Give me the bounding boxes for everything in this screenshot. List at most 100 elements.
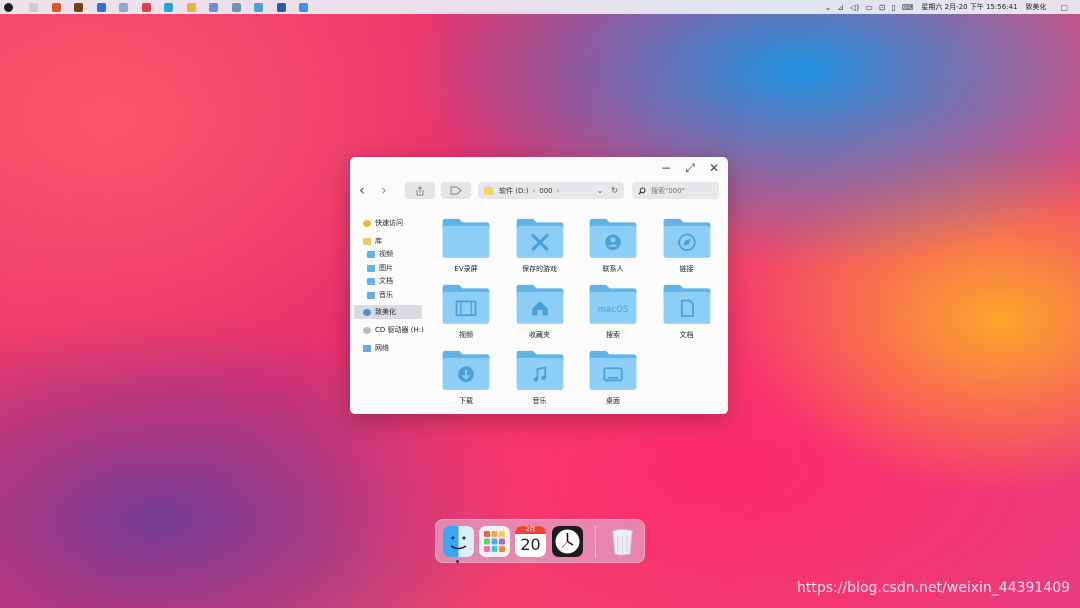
sidebar-item-quick-access[interactable]: 快速访问 [363, 217, 403, 229]
sidebar-item-videos[interactable]: 视频 [367, 248, 393, 260]
clock-icon[interactable] [552, 526, 583, 557]
folder-item[interactable]: 桌面 [583, 348, 643, 406]
search-input[interactable] [651, 186, 715, 195]
address-bar[interactable]: 软件 (D:) › 000 › ⌄ ↻ [478, 182, 624, 199]
dock: 2月 20 [435, 519, 645, 563]
monitor-app-icon[interactable] [119, 2, 128, 12]
calendar-month: 2月 [515, 526, 546, 534]
sidebar-item-label: 网络 [375, 344, 389, 352]
file-explorer-window: − ⤢ ✕ ‹ › 软件 (D:) › 000 › ⌄ ↻ 搜索"000" 快速… [350, 157, 728, 414]
folder-item[interactable]: 视频 [436, 282, 496, 340]
folder-label: 保存的游戏 [522, 265, 557, 273]
folder-icon [663, 218, 710, 258]
folder-label: 音乐 [532, 397, 547, 405]
tag-button[interactable] [441, 182, 471, 199]
sidebar-item-library[interactable]: 库 [363, 235, 382, 247]
folder-item[interactable]: 链接 [657, 216, 717, 274]
forward-button[interactable]: › [381, 181, 387, 199]
security-app-icon[interactable] [96, 2, 106, 12]
share-icon [416, 185, 424, 195]
maximize-button[interactable]: ⤢ [684, 161, 696, 176]
taskbar-apps [0, 0, 322, 14]
sidebar-item-label: 视频 [379, 250, 393, 258]
folder-label: 视频 [459, 331, 473, 339]
clock-text[interactable]: 星期六 2月-20 下午 15:56:41 [921, 2, 1017, 12]
editor-app-icon[interactable] [164, 2, 173, 12]
folder-icon [663, 284, 710, 324]
chevron-right-icon: › [556, 186, 560, 195]
folder-item[interactable]: 收藏夹 [510, 282, 570, 340]
path-folder[interactable]: 000 [539, 187, 552, 195]
sidebar-item-music[interactable]: 音乐 [367, 289, 393, 301]
share-button[interactable] [405, 182, 435, 199]
calendar-icon[interactable]: 2月 20 [515, 526, 546, 557]
usb-icon[interactable]: ⊡ [879, 3, 886, 12]
browser-app-icon[interactable] [254, 2, 263, 12]
folder-icon [367, 291, 375, 299]
folder-icon [516, 284, 563, 324]
sidebar-item-documents[interactable]: 文档 [367, 275, 393, 287]
recycle-app-icon[interactable] [29, 2, 38, 12]
keyboard-icon[interactable]: ⌨ [902, 3, 914, 12]
sidebar-item-label: CD 驱动器 (H:) [375, 326, 424, 334]
folder-icon: macOS [589, 284, 637, 324]
refresh-icon[interactable]: ↻ [611, 186, 618, 195]
library-icon [363, 237, 371, 245]
minimize-button[interactable]: − [660, 161, 672, 176]
office-app-icon[interactable] [51, 2, 61, 12]
folder-item[interactable]: 联系人 [583, 216, 643, 274]
chevron-right-icon: › [532, 186, 536, 195]
path-drive[interactable]: 软件 (D:) [499, 186, 528, 196]
sidebar-item-label: 快速访问 [375, 219, 403, 227]
search-box[interactable] [632, 182, 719, 199]
sidebar-item-network[interactable]: 网络 [363, 342, 389, 354]
folder-icon [589, 350, 637, 390]
star-icon [363, 219, 371, 227]
sidebar-item-user[interactable]: 致美化 [354, 305, 422, 319]
folder-label: 收藏夹 [529, 331, 550, 339]
folder-item[interactable]: 文档 [657, 282, 717, 340]
folder-app-icon[interactable] [186, 2, 196, 12]
notification-icon[interactable]: ▢ [1060, 3, 1068, 12]
network-icon[interactable]: ⊿ [837, 3, 844, 12]
battery-icon[interactable]: ▯ [891, 3, 895, 12]
sidebar-item-pictures[interactable]: 图片 [367, 262, 393, 274]
folder-item[interactable]: EV录屏 [436, 216, 496, 274]
user-icon [363, 308, 371, 316]
volume-icon[interactable]: ◁) [850, 3, 859, 12]
chevron-down-icon[interactable]: ⌄ [597, 186, 604, 195]
tools-app-icon[interactable] [231, 2, 241, 12]
folder-item[interactable]: 音乐 [510, 348, 570, 406]
svg-text:macOS: macOS [598, 305, 629, 315]
reader-app-icon[interactable] [74, 2, 83, 12]
finder-icon[interactable] [443, 526, 474, 557]
folder-label: 搜索 [606, 331, 620, 339]
running-indicator [456, 560, 459, 563]
folder-icon [367, 264, 375, 272]
trash-icon[interactable] [607, 526, 638, 557]
disc-icon [363, 326, 371, 334]
toolbar: ‹ › 软件 (D:) › 000 › ⌄ ↻ [350, 181, 728, 201]
search-icon [638, 186, 646, 195]
folder-label: 桌面 [606, 397, 620, 405]
folder-icon [367, 277, 375, 285]
chevron-up-icon[interactable]: ⌄ [825, 3, 832, 12]
monitor-icon[interactable]: ▭ [865, 3, 873, 12]
folder-item[interactable]: 下载 [436, 348, 496, 406]
folder-item[interactable]: 保存的游戏 [510, 216, 570, 274]
folder-icon [442, 284, 490, 324]
launchpad-icon[interactable] [479, 526, 510, 557]
notes-app-icon[interactable] [209, 2, 218, 12]
folder-item[interactable]: macOS 搜索 [583, 282, 643, 340]
username-label[interactable]: 致美化 [1025, 2, 1046, 12]
folder-label: 链接 [679, 265, 694, 273]
cloud-app-icon[interactable] [299, 2, 308, 12]
music-app-icon[interactable] [141, 2, 151, 12]
folder-label: EV录屏 [454, 265, 478, 273]
close-button[interactable]: ✕ [708, 161, 720, 176]
save-app-icon[interactable] [276, 2, 286, 12]
windows-start-icon[interactable] [4, 2, 13, 12]
sidebar-item-label: 文档 [379, 277, 393, 285]
back-button[interactable]: ‹ [359, 181, 365, 199]
sidebar-item-cd-drive[interactable]: CD 驱动器 (H:) [363, 324, 424, 336]
